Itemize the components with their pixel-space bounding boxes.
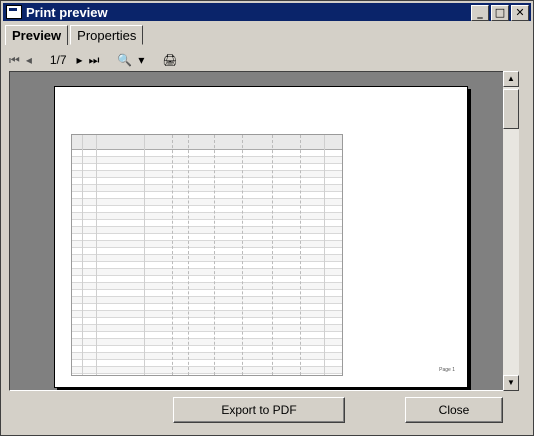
report-row	[72, 178, 342, 185]
preview-toolbar: ⏮ ◂ 1/7 ▸ ⏭ 🔍 ▾ 🖨	[9, 49, 525, 71]
report-row	[72, 297, 342, 304]
report-row	[72, 332, 342, 339]
report-table	[71, 134, 343, 376]
report-row	[72, 206, 342, 213]
scroll-up-icon[interactable]: ▲	[503, 71, 519, 87]
close-button[interactable]: Close	[405, 397, 503, 423]
preview-area[interactable]: Page 1	[9, 71, 505, 391]
report-row	[72, 346, 342, 353]
report-row	[72, 360, 342, 367]
report-row	[72, 213, 342, 220]
close-icon[interactable]: ✕	[511, 5, 529, 21]
report-row	[72, 269, 342, 276]
vertical-scrollbar[interactable]: ▲ ▼	[503, 71, 519, 391]
app-icon	[6, 5, 22, 19]
tab-preview[interactable]: Preview	[5, 25, 69, 45]
report-row	[72, 311, 342, 318]
report-row	[72, 164, 342, 171]
print-preview-window: Print preview _ □ ✕ Preview Properties ⏮…	[0, 0, 534, 436]
report-row	[72, 171, 342, 178]
report-row	[72, 276, 342, 283]
report-header	[72, 135, 342, 150]
export-to-pdf-button[interactable]: Export to PDF	[173, 397, 345, 423]
report-row	[72, 185, 342, 192]
maximize-icon[interactable]: □	[491, 5, 509, 21]
last-page-icon[interactable]: ⏭	[89, 53, 100, 68]
report-row	[72, 367, 342, 374]
preview-page: Page 1	[54, 86, 468, 388]
report-row	[72, 255, 342, 262]
minimize-icon[interactable]: _	[471, 5, 489, 21]
report-row	[72, 325, 342, 332]
next-page-icon[interactable]: ▸	[77, 53, 83, 67]
report-row	[72, 150, 342, 157]
page-footer: Page 1	[439, 367, 455, 373]
tab-properties[interactable]: Properties	[70, 25, 144, 45]
scroll-down-icon[interactable]: ▼	[503, 375, 519, 391]
report-row	[72, 227, 342, 234]
zoom-dropdown-icon[interactable]: ▾	[138, 53, 144, 67]
report-row	[72, 353, 342, 360]
report-row	[72, 339, 342, 346]
report-row	[72, 241, 342, 248]
report-row	[72, 157, 342, 164]
scroll-thumb[interactable]	[503, 89, 519, 129]
report-row	[72, 220, 342, 227]
previous-page-icon[interactable]: ◂	[26, 53, 32, 67]
window-title: Print preview	[26, 4, 108, 20]
report-row	[72, 283, 342, 290]
report-row	[72, 248, 342, 255]
report-row	[72, 290, 342, 297]
report-row	[72, 304, 342, 311]
first-page-icon[interactable]: ⏮	[9, 53, 20, 68]
report-row	[72, 199, 342, 206]
report-row	[72, 192, 342, 199]
zoom-icon[interactable]: 🔍	[117, 53, 132, 67]
print-icon[interactable]: 🖨	[162, 53, 177, 67]
report-row	[72, 262, 342, 269]
report-row	[72, 318, 342, 325]
page-indicator: 1/7	[49, 53, 67, 67]
report-row	[72, 234, 342, 241]
title-bar[interactable]: Print preview _ □ ✕	[3, 3, 531, 21]
